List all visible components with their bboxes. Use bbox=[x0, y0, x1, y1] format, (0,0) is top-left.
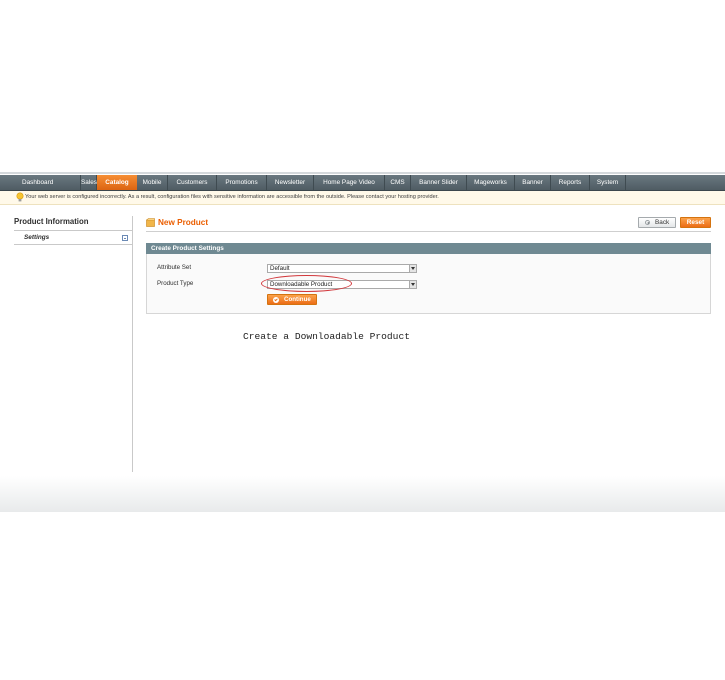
nav-item-mageworks[interactable]: Mageworks bbox=[467, 175, 515, 190]
sidebar-tab-settings[interactable]: Settings bbox=[14, 233, 132, 245]
attribute-set-label: Attribute Set bbox=[157, 264, 192, 271]
nav-item-banner-slider[interactable]: Banner Slider bbox=[411, 175, 467, 190]
fieldset-legend: Create Product Settings bbox=[151, 245, 224, 252]
nav-item-promotions[interactable]: Promotions bbox=[217, 175, 267, 190]
sidebar-rule bbox=[14, 230, 132, 231]
sidebar-title: Product Information bbox=[14, 217, 89, 226]
continue-button[interactable]: Continue bbox=[267, 294, 317, 305]
chevron-down-icon[interactable] bbox=[409, 281, 416, 288]
page-title: New Product bbox=[158, 218, 209, 227]
product-box-icon bbox=[146, 218, 155, 227]
caption-text: Create a Downloadable Product bbox=[243, 331, 410, 342]
back-button-label: Back bbox=[655, 219, 670, 226]
fieldset-header: Create Product Settings bbox=[146, 243, 711, 254]
attribute-set-select[interactable]: Default bbox=[267, 264, 417, 273]
nav-item-system[interactable]: System bbox=[590, 175, 626, 190]
nav-item-banner[interactable]: Banner bbox=[515, 175, 551, 190]
nav-item-customers[interactable]: Customers bbox=[168, 175, 217, 190]
nav-item-home-page-video[interactable]: Home Page Video bbox=[314, 175, 385, 190]
top-rule bbox=[0, 172, 725, 174]
chevron-down-icon[interactable] bbox=[409, 265, 416, 272]
heading-rule bbox=[146, 231, 711, 232]
nav-item-mobile[interactable]: Mobile bbox=[137, 175, 168, 190]
sidebar-tab-label: Settings bbox=[24, 234, 50, 241]
system-message: Your web server is configured incorrectl… bbox=[0, 191, 725, 205]
check-icon bbox=[273, 297, 279, 303]
fieldset-body bbox=[146, 254, 711, 314]
nav-item-reports[interactable]: Reports bbox=[551, 175, 590, 190]
back-arrow-icon bbox=[645, 220, 650, 225]
attribute-set-value: Default bbox=[270, 265, 290, 272]
sidebar-divider bbox=[132, 216, 133, 472]
system-message-text: Your web server is configured incorrectl… bbox=[25, 194, 439, 200]
product-type-label: Product Type bbox=[157, 280, 194, 287]
lightbulb-icon bbox=[16, 192, 24, 202]
nav-item-catalog[interactable]: Catalog bbox=[97, 175, 137, 190]
back-button[interactable]: Back bbox=[638, 217, 676, 228]
reset-button[interactable]: Reset bbox=[680, 217, 711, 228]
nav-item-dashboard[interactable]: Dashboard bbox=[0, 175, 81, 190]
screenshot: Dashboard Sales Catalog Mobile Customers Prom… bbox=[0, 0, 725, 680]
highlight-ellipse bbox=[261, 275, 352, 292]
collapse-icon[interactable] bbox=[122, 235, 128, 241]
continue-button-label: Continue bbox=[284, 296, 311, 303]
footer-band bbox=[0, 476, 725, 512]
nav-item-cms[interactable]: CMS bbox=[385, 175, 411, 190]
nav-item-sales[interactable]: Sales bbox=[81, 175, 97, 190]
main-navigation: Dashboard Sales Catalog Mobile Customers Prom… bbox=[0, 175, 725, 191]
nav-item-newsletter[interactable]: Newsletter bbox=[267, 175, 314, 190]
